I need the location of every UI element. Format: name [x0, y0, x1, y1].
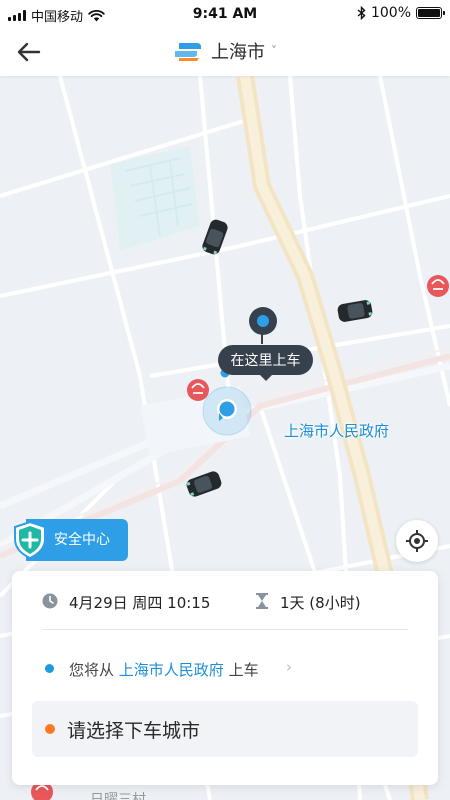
pickup-datetime[interactable]: 4月29日 周四 10:15: [69, 592, 210, 613]
nav-bar: 上海市 ˅: [0, 28, 450, 76]
shield-plus-icon: [14, 521, 46, 559]
rental-duration[interactable]: 1天 (8小时): [280, 592, 361, 613]
pickup-prefix: 您将从: [69, 661, 115, 679]
divider: [42, 629, 408, 630]
locate-button[interactable]: [396, 520, 438, 562]
dropoff-city-selector[interactable]: 请选择下车城市: [32, 701, 418, 757]
user-location-icon: [202, 386, 252, 436]
pickup-place: 上海市人民政府: [118, 661, 224, 679]
poi-partial-label: 日曜三村: [90, 791, 146, 800]
pickup-suffix: 上车: [228, 661, 259, 679]
status-right: 100%: [357, 5, 445, 21]
city-name: 上海市: [211, 42, 265, 63]
pickup-pin-icon: [249, 307, 277, 335]
status-bar: 中国移动 9:41 AM 100%: [0, 0, 450, 28]
battery-level: [418, 9, 440, 17]
hourglass-icon: [256, 593, 268, 609]
bluetooth-icon: [357, 6, 366, 20]
locate-icon: [406, 530, 428, 552]
time-row: 4月29日 周四 10:15 1天 (8小时): [12, 571, 438, 631]
pickup-tooltip: 在这里上车: [218, 345, 313, 381]
metro-station-icon: [187, 379, 209, 401]
battery-percent: 100%: [370, 5, 411, 21]
city-selector[interactable]: 上海市 ˅: [0, 38, 450, 64]
chevron-right-icon: ›: [286, 658, 292, 676]
safety-center-button[interactable]: 安全中心: [12, 519, 128, 561]
pickup-text: 您将从 上海市人民政府 上车: [69, 659, 259, 680]
battery-icon: [416, 7, 445, 19]
chevron-down-icon: ˅: [271, 44, 277, 58]
pickup-dot-icon: [45, 664, 54, 673]
app-logo-icon: [175, 43, 201, 61]
metro-station-icon: [427, 275, 449, 297]
pickup-row[interactable]: 您将从 上海市人民政府 上车 ›: [12, 649, 438, 689]
booking-card: 4月29日 周四 10:15 1天 (8小时) 您将从 上海市人民政府 上车 ›…: [12, 571, 438, 785]
clock-icon: [42, 593, 58, 609]
pickup-place-label: 上海市人民政府: [284, 422, 390, 440]
dropoff-dot-icon: [45, 724, 55, 734]
dropoff-prompt: 请选择下车城市: [67, 720, 201, 742]
